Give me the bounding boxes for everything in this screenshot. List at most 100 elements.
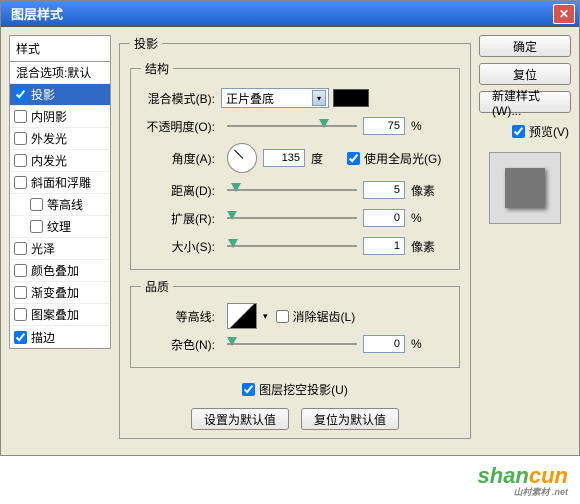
preview-checkbox[interactable] xyxy=(512,125,525,138)
global-light-label: 使用全局光(G) xyxy=(364,150,441,167)
style-item-label: 颜色叠加 xyxy=(31,262,79,279)
style-item-1[interactable]: 投影 xyxy=(10,84,110,106)
structure-legend: 结构 xyxy=(141,60,173,77)
watermark: shancun 山村素材 .net xyxy=(478,463,568,498)
style-item-12[interactable]: 描边 xyxy=(10,326,110,348)
style-item-3[interactable]: 外发光 xyxy=(10,128,110,150)
style-item-checkbox[interactable] xyxy=(14,286,27,299)
noise-input[interactable] xyxy=(363,335,405,353)
style-item-checkbox[interactable] xyxy=(14,264,27,277)
style-item-checkbox[interactable] xyxy=(14,308,27,321)
style-item-label: 图案叠加 xyxy=(31,306,79,323)
blend-mode-label: 混合模式(B): xyxy=(141,90,221,107)
layer-style-dialog: 图层样式 ✕ 样式 混合选项:默认投影内阴影外发光内发光斜面和浮雕等高线纹理光泽… xyxy=(0,0,580,456)
style-item-label: 纹理 xyxy=(47,218,71,235)
distance-slider[interactable] xyxy=(227,183,357,197)
close-button[interactable]: ✕ xyxy=(553,4,575,24)
style-item-label: 外发光 xyxy=(31,130,67,147)
style-item-5[interactable]: 斜面和浮雕 xyxy=(10,172,110,194)
style-item-checkbox[interactable] xyxy=(14,88,27,101)
size-input[interactable] xyxy=(363,237,405,255)
distance-input[interactable] xyxy=(363,181,405,199)
style-item-label: 斜面和浮雕 xyxy=(31,174,91,191)
style-item-label: 混合选项:默认 xyxy=(16,64,91,81)
antialias-label: 消除锯齿(L) xyxy=(293,308,356,325)
size-slider[interactable] xyxy=(227,239,357,253)
opacity-unit: % xyxy=(411,119,439,133)
preview-thumbnail xyxy=(489,152,561,224)
styles-header[interactable]: 样式 xyxy=(9,35,111,62)
styles-sidebar: 样式 混合选项:默认投影内阴影外发光内发光斜面和浮雕等高线纹理光泽颜色叠加渐变叠… xyxy=(9,35,111,447)
style-item-checkbox[interactable] xyxy=(14,176,27,189)
spread-input[interactable] xyxy=(363,209,405,227)
panel-title: 投影 xyxy=(130,35,162,52)
structure-group: 结构 混合模式(B): 正片叠底 ▾ 不透明度(O): % xyxy=(130,60,460,270)
spread-unit: % xyxy=(411,211,439,225)
noise-unit: % xyxy=(411,337,439,351)
distance-label: 距离(D): xyxy=(141,182,221,199)
shadow-color-swatch[interactable] xyxy=(333,89,369,107)
reset-default-button[interactable]: 复位为默认值 xyxy=(301,408,399,430)
style-item-11[interactable]: 图案叠加 xyxy=(10,304,110,326)
drop-shadow-group: 投影 结构 混合模式(B): 正片叠底 ▾ 不透明度(O): xyxy=(119,35,471,439)
ok-button[interactable]: 确定 xyxy=(479,35,571,57)
style-item-9[interactable]: 颜色叠加 xyxy=(10,260,110,282)
style-item-checkbox[interactable] xyxy=(30,220,43,233)
opacity-input[interactable] xyxy=(363,117,405,135)
style-item-2[interactable]: 内阴影 xyxy=(10,106,110,128)
style-item-label: 渐变叠加 xyxy=(31,284,79,301)
style-item-checkbox[interactable] xyxy=(14,242,27,255)
noise-label: 杂色(N): xyxy=(141,336,221,353)
dialog-title: 图层样式 xyxy=(5,4,63,23)
angle-input[interactable] xyxy=(263,149,305,167)
size-label: 大小(S): xyxy=(141,238,221,255)
angle-label: 角度(A): xyxy=(141,150,221,167)
spread-label: 扩展(R): xyxy=(141,210,221,227)
blend-mode-select[interactable]: 正片叠底 ▾ xyxy=(221,88,329,108)
opacity-slider[interactable] xyxy=(227,119,357,133)
make-default-button[interactable]: 设置为默认值 xyxy=(191,408,289,430)
dialog-actions: 确定 复位 新建样式(W)... 预览(V) xyxy=(479,35,571,447)
angle-unit: 度 xyxy=(311,150,339,167)
style-item-label: 内发光 xyxy=(31,152,67,169)
cancel-button[interactable]: 复位 xyxy=(479,63,571,85)
quality-group: 品质 等高线: ▾ 消除锯齿(L) 杂色(N): % xyxy=(130,278,460,368)
knockout-checkbox[interactable] xyxy=(242,383,255,396)
style-item-10[interactable]: 渐变叠加 xyxy=(10,282,110,304)
style-item-checkbox[interactable] xyxy=(14,331,27,344)
antialias-checkbox[interactable] xyxy=(276,310,289,323)
effect-panel: 投影 结构 混合模式(B): 正片叠底 ▾ 不透明度(O): xyxy=(119,35,471,447)
style-item-checkbox[interactable] xyxy=(14,154,27,167)
chevron-down-icon: ▾ xyxy=(312,90,326,106)
new-style-button[interactable]: 新建样式(W)... xyxy=(479,91,571,113)
style-item-0[interactable]: 混合选项:默认 xyxy=(10,62,110,84)
opacity-label: 不透明度(O): xyxy=(141,118,221,135)
style-item-label: 光泽 xyxy=(31,240,55,257)
style-item-8[interactable]: 光泽 xyxy=(10,238,110,260)
style-item-label: 内阴影 xyxy=(31,108,67,125)
styles-list: 混合选项:默认投影内阴影外发光内发光斜面和浮雕等高线纹理光泽颜色叠加渐变叠加图案… xyxy=(9,62,111,349)
style-item-label: 等高线 xyxy=(47,196,83,213)
knockout-label: 图层挖空投影(U) xyxy=(259,381,348,398)
global-light-checkbox[interactable] xyxy=(347,152,360,165)
distance-unit: 像素 xyxy=(411,182,439,199)
style-item-label: 投影 xyxy=(31,86,55,103)
style-item-4[interactable]: 内发光 xyxy=(10,150,110,172)
chevron-down-icon[interactable]: ▾ xyxy=(263,311,268,322)
blend-mode-value: 正片叠底 xyxy=(226,90,274,107)
preview-label: 预览(V) xyxy=(529,123,569,140)
noise-slider[interactable] xyxy=(227,337,357,351)
style-item-label: 描边 xyxy=(31,329,55,346)
spread-slider[interactable] xyxy=(227,211,357,225)
angle-dial[interactable] xyxy=(227,143,257,173)
style-item-7[interactable]: 纹理 xyxy=(10,216,110,238)
size-unit: 像素 xyxy=(411,238,439,255)
contour-picker[interactable] xyxy=(227,303,257,329)
style-item-checkbox[interactable] xyxy=(30,198,43,211)
style-item-6[interactable]: 等高线 xyxy=(10,194,110,216)
titlebar: 图层样式 ✕ xyxy=(1,1,579,27)
quality-legend: 品质 xyxy=(141,278,173,295)
style-item-checkbox[interactable] xyxy=(14,132,27,145)
contour-label: 等高线: xyxy=(141,308,221,325)
style-item-checkbox[interactable] xyxy=(14,110,27,123)
